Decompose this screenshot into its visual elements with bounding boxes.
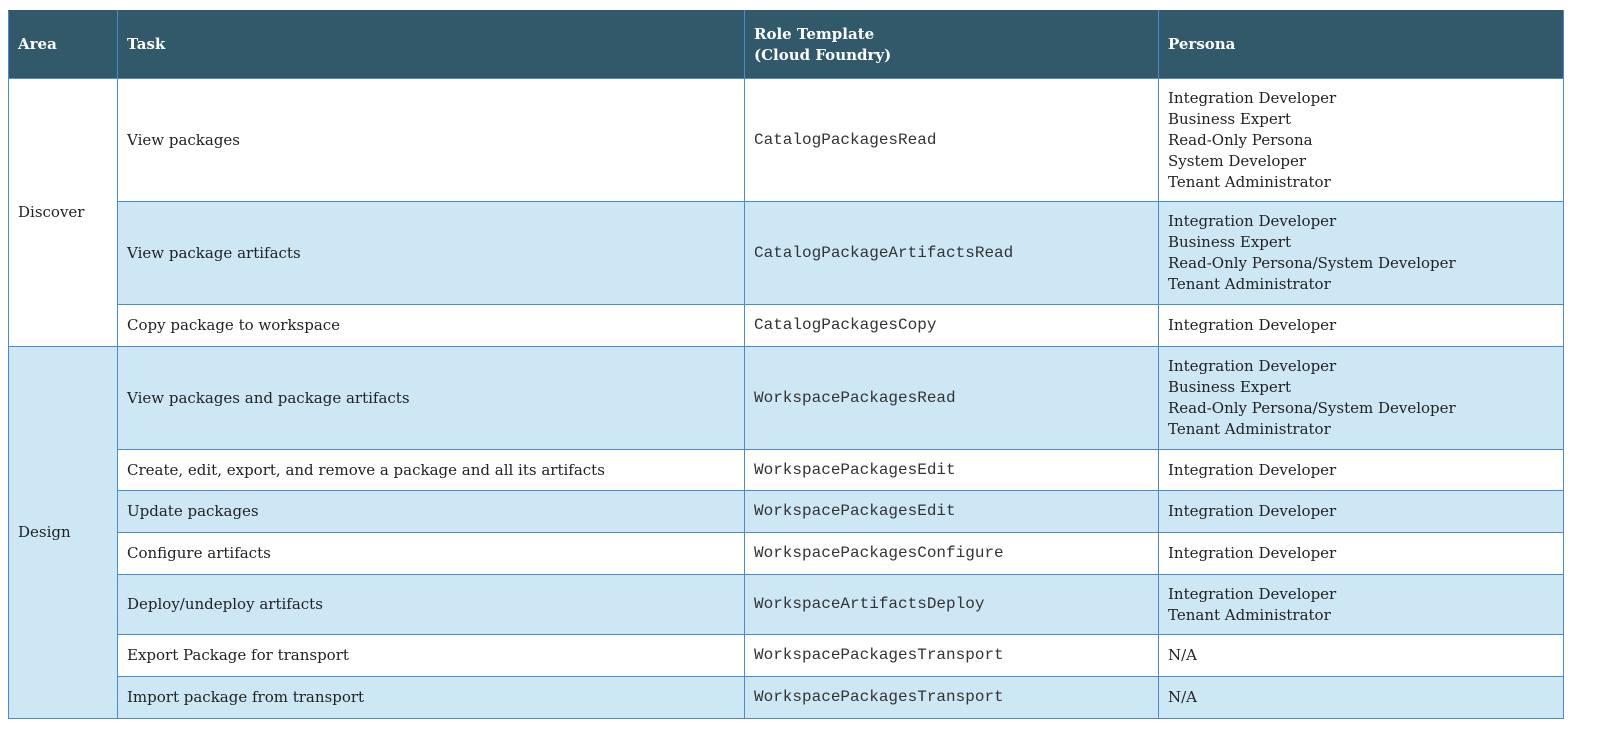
persona-item: Integration Developer bbox=[1168, 88, 1337, 107]
persona-cell: Integration Developer Business Expert Read… bbox=[1158, 78, 1564, 202]
header-role-template: Role Template (Cloud Foundry) bbox=[744, 10, 1159, 79]
roles-table: Area Task Role Template (Cloud Foundry) … bbox=[8, 10, 1564, 719]
table-row: View package artifacts CatalogPackageArti… bbox=[9, 201, 1564, 305]
table-row: Design View packages and package artifact… bbox=[8, 346, 1564, 719]
persona-item: Tenant Administrator bbox=[1168, 275, 1331, 293]
task-cell: View package artifacts bbox=[117, 201, 745, 305]
persona-cell: Integration Developer bbox=[1158, 449, 1564, 491]
header-role-template-line1: Role Template bbox=[754, 24, 875, 43]
task-cell: View packages bbox=[117, 78, 745, 202]
table-row: Copy package to workspace CatalogPackages… bbox=[9, 304, 1564, 347]
persona-item: Tenant Administrator bbox=[1168, 172, 1331, 191]
persona-cell: N/A bbox=[1158, 676, 1564, 719]
header-role-template-line2: (Cloud Foundry) bbox=[754, 45, 892, 64]
role-template-cell: WorkspaceArtifactsDeploy bbox=[744, 574, 1159, 635]
role-template-cell: WorkspacePackagesRead bbox=[744, 346, 1159, 450]
table-header-row: Area Task Role Template (Cloud Foundry) … bbox=[8, 10, 1564, 79]
role-template-cell: CatalogPackageArtifactsRead bbox=[744, 201, 1159, 305]
header-area: Area bbox=[8, 10, 118, 79]
header-task: Task bbox=[117, 10, 745, 79]
persona-item: Business Expert bbox=[1168, 378, 1291, 396]
table-row: Create, edit, export, and remove a packa… bbox=[9, 449, 1564, 491]
persona-item: Integration Developer bbox=[1168, 502, 1337, 520]
table-row: Discover View packages CatalogPackagesRead… bbox=[8, 78, 1564, 347]
persona-cell: Integration Developer Tenant Administrato… bbox=[1158, 574, 1564, 635]
task-cell: Copy package to workspace bbox=[117, 304, 745, 347]
persona-item: Integration Developer bbox=[1168, 212, 1337, 230]
persona-item: Integration Developer bbox=[1168, 584, 1337, 603]
task-cell: Create, edit, export, and remove a packa… bbox=[117, 449, 745, 491]
persona-item: Tenant Administrator bbox=[1168, 420, 1331, 438]
persona-item: Business Expert bbox=[1168, 109, 1291, 128]
task-cell: Export Package for transport bbox=[117, 634, 745, 677]
persona-cell: Integration Developer bbox=[1158, 490, 1564, 533]
persona-item: N/A bbox=[1168, 646, 1198, 664]
persona-cell: Integration Developer bbox=[1158, 304, 1564, 347]
role-template-cell: CatalogPackagesRead bbox=[744, 78, 1159, 202]
persona-item: Read-Only Persona bbox=[1168, 130, 1313, 149]
persona-item: Read-Only Persona/System Developer bbox=[1168, 254, 1456, 272]
task-cell: Update packages bbox=[117, 490, 745, 533]
persona-item: Integration Developer bbox=[1168, 544, 1337, 562]
role-template-cell: WorkspacePackagesEdit bbox=[744, 449, 1159, 491]
persona-item: N/A bbox=[1168, 688, 1198, 706]
role-template-cell: WorkspacePackagesTransport bbox=[744, 634, 1159, 677]
header-persona: Persona bbox=[1158, 10, 1564, 79]
task-cell: Deploy/undeploy artifacts bbox=[117, 574, 745, 635]
area-cell: Discover bbox=[8, 78, 118, 347]
table-row: Export Package for transport WorkspacePac… bbox=[9, 634, 1564, 677]
persona-item: Integration Developer bbox=[1168, 460, 1337, 479]
persona-cell: Integration Developer bbox=[1158, 532, 1564, 575]
task-cell: Configure artifacts bbox=[117, 532, 745, 575]
task-cell: Import package from transport bbox=[117, 676, 745, 719]
persona-item: Integration Developer bbox=[1168, 316, 1337, 334]
persona-item: Read-Only Persona/System Developer bbox=[1168, 399, 1456, 417]
role-template-cell: WorkspacePackagesTransport bbox=[744, 676, 1159, 719]
task-cell: View packages and package artifacts bbox=[117, 346, 745, 450]
table-row: Deploy/undeploy artifacts WorkspaceArtifa… bbox=[9, 574, 1564, 635]
table-row: Configure artifacts WorkspacePackagesConf… bbox=[9, 532, 1564, 575]
persona-item: System Developer bbox=[1168, 151, 1307, 170]
persona-item: Tenant Administrator bbox=[1168, 605, 1331, 624]
persona-cell: Integration Developer Business Expert Read… bbox=[1158, 346, 1564, 450]
role-template-cell: WorkspacePackagesEdit bbox=[744, 490, 1159, 533]
persona-cell: Integration Developer Business Expert Read… bbox=[1158, 201, 1564, 305]
role-template-cell: WorkspacePackagesConfigure bbox=[744, 532, 1159, 575]
persona-cell: N/A bbox=[1158, 634, 1564, 677]
table-row: Update packages WorkspacePackagesEdit Inte… bbox=[9, 490, 1564, 533]
area-cell: Design bbox=[8, 346, 118, 719]
persona-item: Integration Developer bbox=[1168, 357, 1337, 375]
persona-item: Business Expert bbox=[1168, 233, 1291, 251]
table-row: Import package from transport WorkspacePa… bbox=[9, 676, 1564, 719]
role-template-cell: CatalogPackagesCopy bbox=[744, 304, 1159, 347]
